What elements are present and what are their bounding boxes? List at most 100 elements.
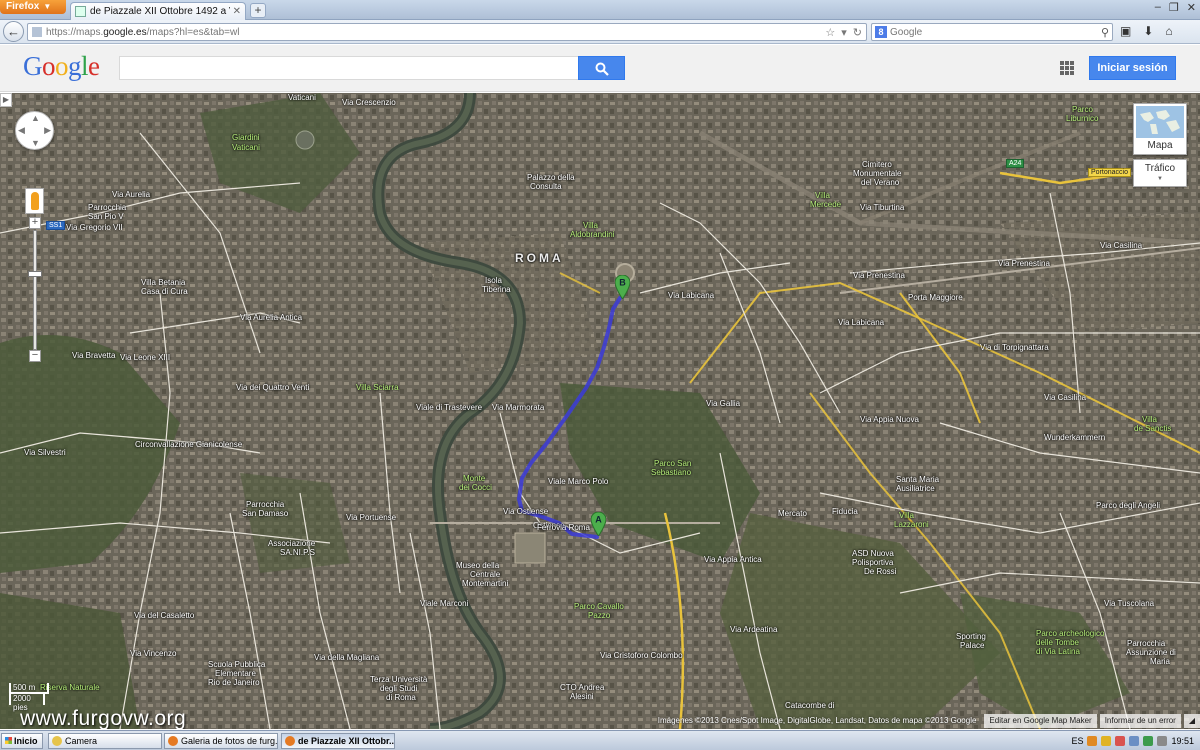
map-label: Monte: [463, 474, 486, 483]
google-logo[interactable]: Google: [23, 51, 100, 82]
maps-search-input[interactable]: [119, 56, 579, 80]
road-shield-ss1: SS1: [46, 221, 66, 230]
clock-time[interactable]: 19:51: [1171, 736, 1194, 746]
map-label: Sebastiano: [651, 468, 692, 477]
pan-left-icon[interactable]: ◀: [18, 125, 25, 136]
map-label: Pazzo: [588, 611, 611, 620]
traffic-label: Tráfico: [1144, 163, 1176, 174]
home-icon[interactable]: ⌂: [1165, 24, 1172, 38]
map-label: di Roma: [386, 693, 416, 702]
road-label-portonaccio: Portonaccio: [1088, 168, 1131, 177]
browser-tab-active[interactable]: de Piazzale XII Ottobre 1492 a Via Celio…: [70, 2, 246, 20]
world-map-thumbnail: [1136, 106, 1184, 138]
map-label: Viale Marco Polo: [548, 477, 609, 486]
map-label: Vaticani: [232, 143, 260, 152]
pan-right-icon[interactable]: ▶: [44, 125, 51, 136]
resize-handle-icon[interactable]: ◢: [1183, 714, 1200, 728]
city-label: ROMA: [515, 251, 564, 265]
zoom-out-button[interactable]: −: [29, 350, 41, 362]
traffic-layer-button[interactable]: Tráfico ▼: [1133, 159, 1187, 187]
report-error-link[interactable]: Informar de un error: [1099, 714, 1181, 728]
map-label: Via Ardeatina: [730, 625, 778, 634]
map-label: Rio de Janeiro: [208, 678, 260, 687]
start-button[interactable]: Inicio: [1, 733, 43, 749]
map-label: Scuola Pubblica: [208, 660, 266, 669]
map-label: Palazzo della: [527, 173, 575, 182]
zoom-in-button[interactable]: +: [29, 217, 41, 229]
map-label: Villa Betania: [141, 278, 186, 287]
map-label: Villa: [1142, 415, 1157, 424]
sign-in-button[interactable]: Iniciar sesión: [1089, 56, 1176, 80]
tray-app-icon[interactable]: [1115, 736, 1126, 746]
search-magnifier-icon[interactable]: ⚲: [1101, 26, 1109, 39]
map-label: Vaticani: [288, 93, 316, 102]
zoom-slider-track[interactable]: [33, 230, 37, 350]
site-identity-icon[interactable]: [32, 27, 42, 37]
taskbar-item-label: de Piazzale XII Ottobr...: [298, 736, 395, 746]
network-icon[interactable]: [1143, 736, 1154, 746]
map-label: Villa Sciarra: [356, 383, 399, 392]
expand-panel-button[interactable]: ▶: [0, 93, 12, 107]
route-path[interactable]: [517, 296, 622, 539]
map-label: Polisportiva: [852, 558, 894, 567]
close-tab-icon[interactable]: ✕: [233, 6, 241, 17]
dropdown-arrow-icon: ▼: [43, 2, 52, 11]
road-shield-a24: A24: [1006, 159, 1025, 168]
marker-b-icon[interactable]: B: [615, 275, 630, 299]
map-label: delle Tombe: [1036, 638, 1079, 647]
logo-letter: o: [42, 51, 56, 81]
search-placeholder: Google: [890, 26, 923, 38]
pan-up-icon[interactable]: ▲: [31, 113, 40, 123]
url-domain: google.es: [103, 26, 147, 38]
map-label: Viale Marconi: [420, 599, 469, 608]
browser-search-bar[interactable]: 8 Google ⚲: [871, 23, 1113, 41]
taskbar-item-maps[interactable]: de Piazzale XII Ottobr...: [281, 733, 395, 749]
close-window-icon[interactable]: ✕: [1187, 1, 1196, 14]
marker-a-icon[interactable]: A: [591, 512, 606, 536]
browser-nav-bar: ← https://maps.google.es/maps?hl=es&tab=…: [0, 20, 1200, 44]
tray-app-icon[interactable]: [1129, 736, 1140, 746]
map-label: Via della Magliana: [314, 653, 380, 662]
volume-icon[interactable]: [1157, 736, 1168, 746]
reload-icon[interactable]: ↻: [853, 26, 862, 39]
map-label: Mercede: [810, 200, 842, 209]
taskbar-item-camera[interactable]: Camera: [48, 733, 162, 749]
map-label: Parco: [1072, 105, 1093, 114]
pan-down-icon[interactable]: ▼: [31, 138, 40, 148]
google-engine-icon[interactable]: 8: [875, 26, 887, 38]
tray-app-icon[interactable]: [1087, 736, 1098, 746]
tray-app-icon[interactable]: [1101, 736, 1112, 746]
map-label: Wunderkammern: [1044, 433, 1106, 442]
tab-title: de Piazzale XII Ottobre 1492 a Via Celio…: [90, 6, 230, 17]
url-bar[interactable]: https://maps.google.es/maps?hl=es&tab=wl…: [27, 23, 867, 41]
bookmark-star-icon[interactable]: ☆: [825, 26, 835, 39]
map-maker-link[interactable]: Editar en Google Map Maker: [984, 714, 1097, 728]
firefox-menu-button[interactable]: Firefox ▼: [0, 0, 66, 14]
map-label: Parco Cavallo: [574, 602, 624, 611]
view-menu-icon[interactable]: ▣: [1120, 24, 1131, 38]
restore-icon[interactable]: ❐: [1169, 1, 1179, 14]
map-type-button[interactable]: Mapa: [1133, 103, 1187, 155]
logo-letter: o: [55, 51, 69, 81]
street-view-pegman-icon[interactable]: [25, 188, 44, 214]
pan-control[interactable]: ▲ ▼ ◀ ▶: [15, 111, 54, 150]
map-label: Aldobrandini: [570, 230, 615, 239]
map-label: Via Leone XIII: [120, 353, 171, 362]
download-icon[interactable]: ⬇: [1143, 24, 1153, 38]
map-label: Circonvallazione Gianicolense: [135, 440, 243, 449]
map-label: SA.NI.P.S: [280, 548, 315, 557]
minimize-icon[interactable]: –: [1155, 1, 1161, 14]
map-label: Giardini: [232, 133, 260, 142]
zoom-slider-thumb[interactable]: [28, 271, 42, 277]
history-dropdown-icon[interactable]: ▾: [841, 26, 847, 39]
back-button[interactable]: ←: [3, 21, 24, 42]
taskbar-item-galeria[interactable]: Galeria de fotos de furg...: [164, 733, 278, 749]
url-actions: ☆ ▾ ↻: [825, 26, 862, 39]
maps-search-button[interactable]: [578, 56, 625, 80]
new-tab-button[interactable]: +: [250, 3, 266, 18]
map-label: degli Studi: [380, 684, 418, 693]
apps-grid-icon[interactable]: [1060, 61, 1074, 75]
satellite-map[interactable]: A B Via Crescenzio Vaticani Giardini Vat…: [0, 93, 1200, 729]
map-label: ASD Nuova: [852, 549, 894, 558]
language-indicator[interactable]: ES: [1071, 736, 1083, 746]
